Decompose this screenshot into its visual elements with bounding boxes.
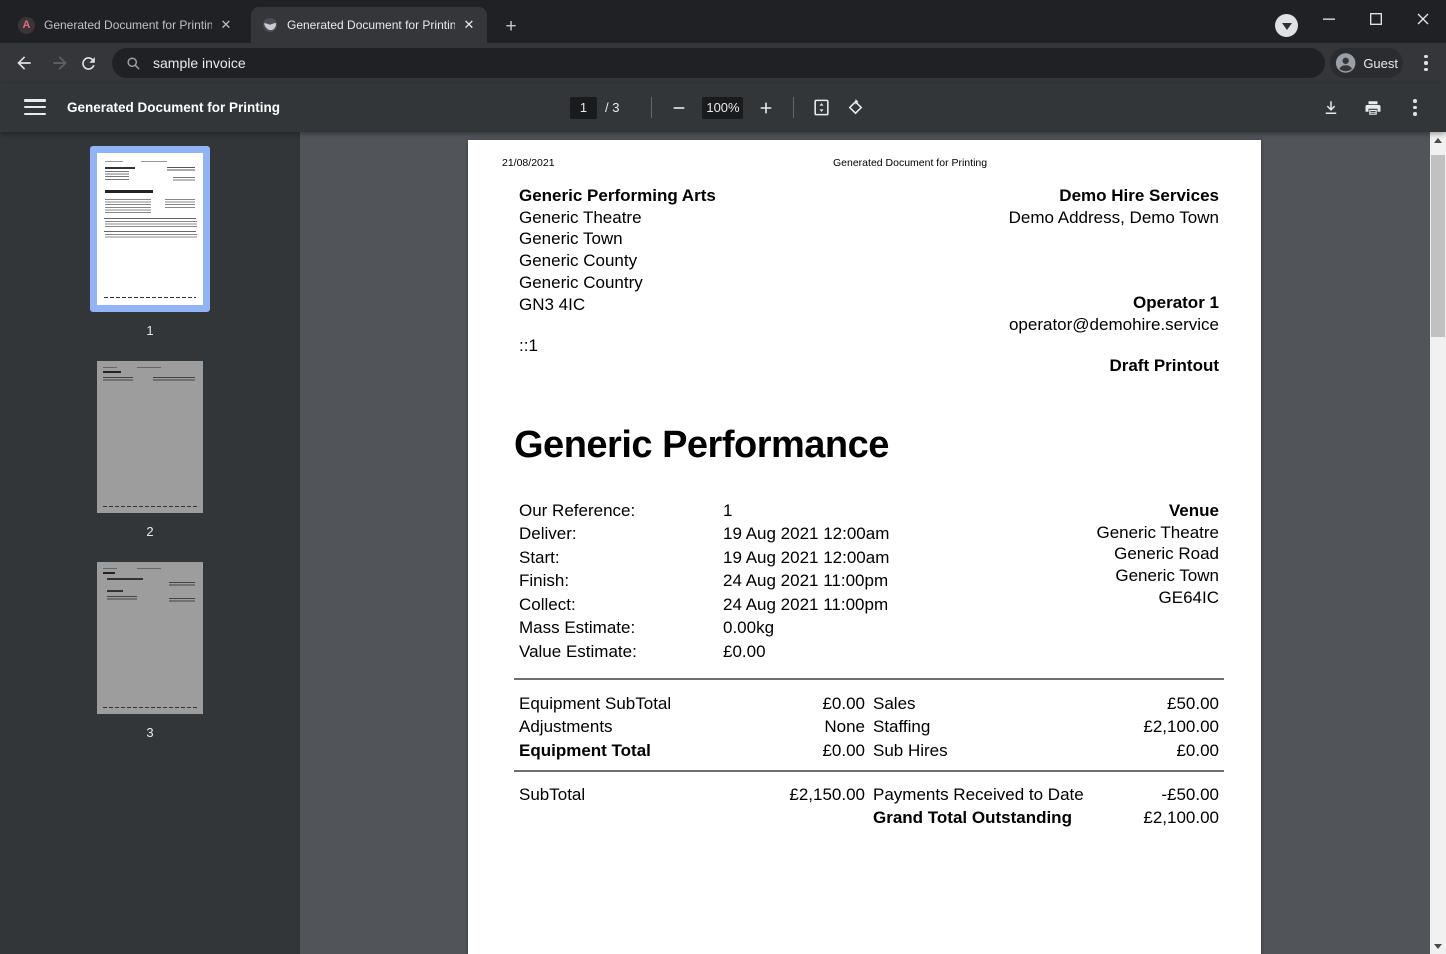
tab-2-active[interactable]: Generated Document for Printing ✕ [251,7,487,43]
thumbnail-page-2[interactable] [97,361,203,513]
tab-1[interactable]: A Generated Document for Printing ✕ [8,7,244,43]
document-date: 21/08/2021 [502,157,555,169]
thumbnail-page-3[interactable] [97,562,203,714]
close-window-button[interactable] [1399,0,1446,38]
supplier-name: Demo Hire Services [1009,185,1219,207]
pdf-toolbar: Generated Document for Printing 1 / 3 10… [0,83,1446,132]
scrollbar-up-arrow[interactable] [1430,132,1446,148]
pdf-page-controls: 1 / 3 100% [570,83,872,132]
minimize-button[interactable] [1305,0,1352,38]
print-icon[interactable] [1356,91,1390,125]
thumbnail-page-1[interactable] [90,146,210,312]
grand-totals-section: SubTotal£2,150.00 Payments Received to D… [519,783,1219,830]
fit-to-page-button[interactable] [804,91,838,125]
thumbnail-1-label: 1 [0,323,300,338]
back-button[interactable] [6,45,42,81]
profile-chip[interactable]: Guest [1330,48,1403,78]
scrollbar-down-arrow[interactable] [1430,938,1446,954]
client-address-line: Generic County [519,250,716,272]
avatar-icon [1335,52,1356,74]
venue-header: Venue [1096,500,1219,522]
venue-line: GE64IC [1096,587,1219,609]
tab-strip: A Generated Document for Printing ✕ Gene… [0,0,1446,43]
rotate-button[interactable] [838,91,872,125]
browser-menu-button[interactable] [1414,51,1438,75]
address-bar[interactable]: sample invoice [112,48,1325,78]
supplier-address: Demo Address, Demo Town [1009,207,1219,229]
page-number-input[interactable]: 1 [570,97,597,119]
zoom-in-button[interactable] [749,91,783,125]
scrollbar-thumb[interactable] [1431,155,1445,337]
tab-2-close-icon[interactable]: ✕ [461,17,477,33]
client-address-line: GN3 4IC [519,294,716,316]
tab-2-favicon-globe-icon [261,17,278,34]
document-print-header: Generated Document for Printing [833,157,987,169]
tab-1-title: Generated Document for Printing [44,18,212,32]
browser-toolbar: sample invoice Guest [0,43,1446,83]
reload-button[interactable] [70,45,106,81]
client-address-line: Generic Town [519,228,716,250]
thumbnail-sidebar: 1 2 3 [0,132,300,954]
divider-rule [514,678,1224,680]
browser-update-icon[interactable] [1275,14,1298,37]
supplier-block: Demo Hire Services Demo Address, Demo To… [1009,185,1219,228]
client-ip: ::1 [519,336,538,356]
search-icon [126,56,141,71]
thumbnail-2-label: 2 [0,524,300,539]
maximize-button[interactable] [1352,0,1399,38]
address-bar-text: sample invoice [153,55,246,71]
client-address-line: Generic Country [519,272,716,294]
client-name: Generic Performing Arts [519,185,716,207]
tab-1-favicon-icon: A [18,17,35,34]
pdf-document-title: Generated Document for Printing [67,83,280,132]
profile-label: Guest [1363,56,1398,71]
zoom-out-button[interactable] [662,91,696,125]
client-address-line: Generic Theatre [519,207,716,229]
venue-line: Generic Town [1096,565,1219,587]
viewer-scrollbar[interactable] [1430,132,1446,954]
draft-watermark: Draft Printout [1109,356,1219,376]
zoom-level-input[interactable]: 100% [702,97,743,119]
totals-section: Equipment SubTotal£0.00 Sales£50.00 Adju… [519,692,1219,763]
divider-rule [514,770,1224,772]
venue-line: Generic Road [1096,543,1219,565]
venue-line: Generic Theatre [1096,522,1219,544]
toolbar-divider [793,97,794,118]
tab-2-title: Generated Document for Printing [287,18,455,32]
venue-block: Venue Generic Theatre Generic Road Gener… [1096,500,1219,609]
window-controls [1305,0,1446,43]
operator-name: Operator 1 [1009,292,1219,314]
document-page-1: 21/08/2021 Generated Document for Printi… [468,140,1261,954]
thumbnail-3-label: 3 [0,725,300,740]
new-tab-button[interactable]: + [499,15,523,39]
toolbar-divider [651,97,652,118]
booking-details: Our Reference:1 Deliver:19 Aug 2021 12:0… [519,499,889,664]
page-total-label: / 3 [605,100,619,115]
download-icon[interactable] [1314,91,1348,125]
pdf-content-area: 1 2 3 [0,132,1446,954]
operator-email: operator@demohire.service [1009,314,1219,336]
client-address-block: Generic Performing Arts Generic Theatre … [519,185,716,315]
pdf-more-options-button[interactable] [1398,91,1432,125]
operator-block: Operator 1 operator@demohire.service [1009,292,1219,335]
pdf-viewer[interactable]: 21/08/2021 Generated Document for Printi… [300,132,1430,954]
browser-window: A Generated Document for Printing ✕ Gene… [0,0,1446,954]
document-title: Generic Performance [514,424,889,467]
pdf-toolbar-actions [1314,83,1432,132]
tab-1-close-icon[interactable]: ✕ [218,17,234,33]
menu-icon[interactable] [24,97,46,117]
